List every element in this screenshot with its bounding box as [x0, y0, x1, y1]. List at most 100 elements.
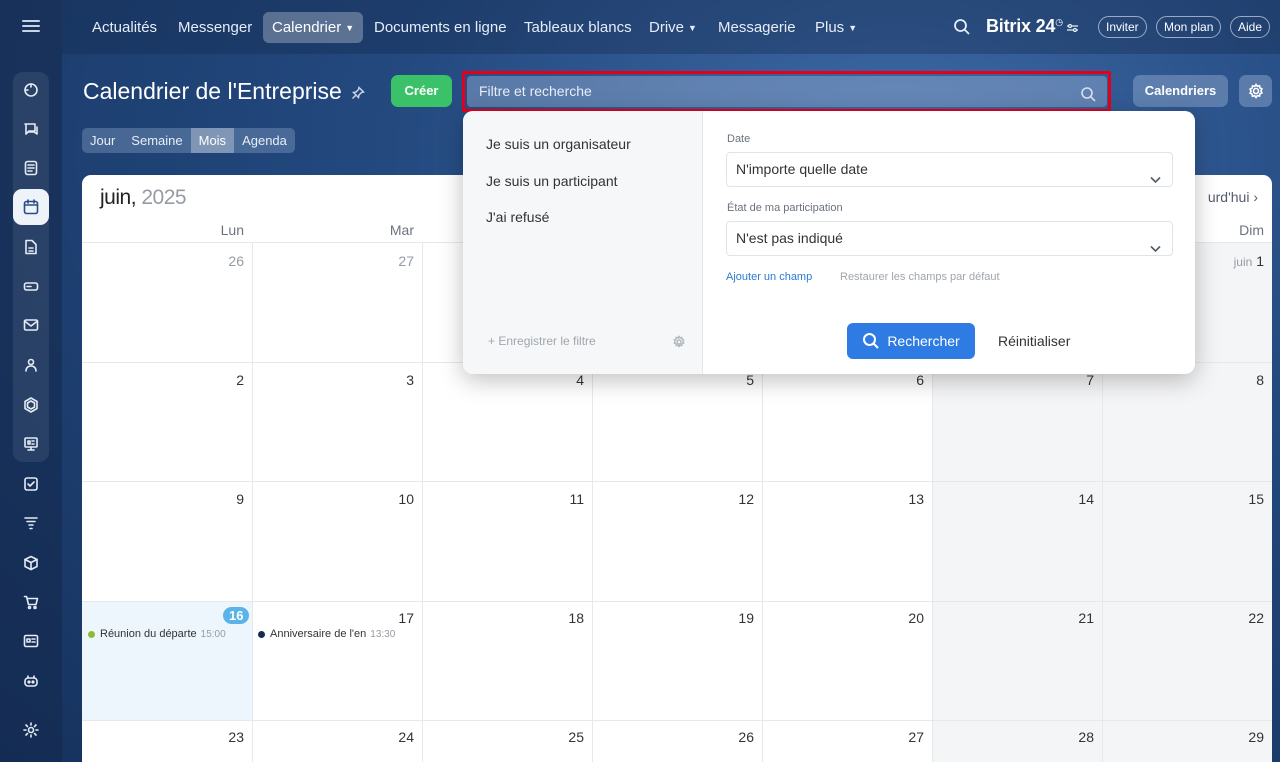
weekday-tue: Mar — [389, 222, 414, 238]
search-button[interactable]: Rechercher — [847, 323, 975, 359]
add-field-link[interactable]: Ajouter un champ — [726, 271, 812, 283]
calendar-event[interactable]: Réunion du départe 15:00 — [88, 628, 246, 640]
sidebar-mail-icon[interactable] — [13, 307, 49, 343]
sidebar-hex-icon[interactable] — [13, 387, 49, 423]
create-button[interactable]: Créer — [391, 75, 452, 107]
day-number[interactable]: 4 — [522, 372, 584, 388]
day-number[interactable]: 23 — [182, 729, 244, 745]
day-number[interactable]: 19 — [692, 610, 754, 626]
nav-item-messagerie[interactable]: Messagerie — [709, 12, 805, 43]
plan-button[interactable]: Mon plan — [1156, 16, 1222, 38]
day-number[interactable]: 24 — [352, 729, 414, 745]
nav-item-calendrier[interactable]: Calendrier ▼ — [263, 12, 364, 43]
settings-button[interactable] — [1239, 75, 1272, 107]
tune-icon[interactable] — [1066, 22, 1079, 34]
preset-participant[interactable]: Je suis un participant — [486, 173, 618, 189]
day-number[interactable]: juin 1 — [1202, 253, 1264, 269]
nav-item-drive[interactable]: Drive ▼ — [640, 12, 706, 43]
sidebar-cart-icon[interactable] — [13, 584, 49, 620]
search-icon[interactable] — [1080, 83, 1097, 102]
day-number[interactable]: 6 — [862, 372, 924, 388]
day-number[interactable]: 5 — [692, 372, 754, 388]
month-label: juin, 2025 — [100, 186, 187, 210]
gear-icon[interactable] — [672, 335, 686, 349]
menu-icon[interactable] — [19, 17, 43, 37]
filter-presets: Je suis un organisateur Je suis un parti… — [463, 111, 703, 374]
sidebar-card-icon[interactable] — [13, 623, 49, 659]
nav-item-plus[interactable]: Plus ▼ — [806, 12, 866, 43]
day-number[interactable]: 2 — [182, 372, 244, 388]
event-title: Réunion du départe — [100, 628, 197, 640]
plus-icon: + — [488, 334, 496, 348]
sidebar-file-icon[interactable] — [13, 229, 49, 265]
day-number[interactable]: 12 — [692, 491, 754, 507]
day-number[interactable]: 9 — [182, 491, 244, 507]
date-select[interactable]: N'importe quelle date — [726, 152, 1173, 187]
search-input[interactable]: Filtre et recherche — [467, 76, 1107, 107]
preset-organizer[interactable]: Je suis un organisateur — [486, 136, 631, 152]
help-button[interactable]: Aide — [1230, 16, 1271, 38]
nav-item-tableaux[interactable]: Tableaux blancs — [515, 12, 641, 43]
sidebar-filter-icon[interactable] — [13, 505, 49, 541]
nav-item-label: Plus — [815, 19, 845, 36]
day-number[interactable]: 17 — [352, 610, 414, 626]
invite-button[interactable]: Inviter — [1098, 16, 1147, 38]
month-prefix: juin — [1233, 255, 1253, 269]
nav-item-label: Documents en ligne — [374, 19, 507, 36]
restore-defaults-link[interactable]: Restaurer les champs par défaut — [840, 271, 1000, 283]
day-number[interactable]: 27 — [862, 729, 924, 745]
day-number[interactable]: 7 — [1032, 372, 1094, 388]
nav-item-actualites[interactable]: Actualités — [83, 12, 166, 43]
day-number[interactable]: 21 — [1032, 610, 1094, 626]
nav-item-messenger[interactable]: Messenger — [169, 12, 261, 43]
today-badge[interactable]: 16 — [223, 607, 250, 624]
sidebar-docs-icon[interactable] — [13, 150, 49, 186]
sidebar-settings-icon[interactable] — [13, 712, 49, 748]
sidebar-chat-icon[interactable] — [13, 111, 49, 147]
sidebar-calendar-icon[interactable] — [13, 189, 49, 225]
save-filter-label: Enregistrer le filtre — [498, 334, 596, 348]
calendar-event[interactable]: Anniversaire de l'en 13:30 — [258, 628, 416, 640]
day-number[interactable]: 20 — [862, 610, 924, 626]
day-number[interactable]: 28 — [1032, 729, 1094, 745]
brand-logo[interactable]: Bitrix 24◷ — [986, 16, 1063, 37]
today-link[interactable]: urd'hui › — [1208, 189, 1258, 205]
day-number[interactable]: 3 — [352, 372, 414, 388]
search-placeholder: Filtre et recherche — [479, 83, 592, 99]
day-number[interactable]: 14 — [1032, 491, 1094, 507]
date-value: N'importe quelle date — [736, 161, 868, 177]
day-number[interactable]: 8 — [1202, 372, 1264, 388]
day-number[interactable]: 29 — [1202, 729, 1264, 745]
day-number[interactable]: 26 — [182, 253, 244, 269]
nav-item-label: Actualités — [92, 19, 158, 36]
grid-line — [422, 242, 423, 762]
search-icon[interactable] — [953, 18, 971, 36]
sidebar-drive-icon[interactable] — [13, 268, 49, 304]
tab-semaine[interactable]: Semaine — [123, 128, 190, 153]
sidebar-feed-icon[interactable] — [13, 72, 49, 108]
reset-button[interactable]: Réinitialiser — [998, 333, 1070, 349]
day-number[interactable]: 22 — [1202, 610, 1264, 626]
sidebar-bot-icon[interactable] — [13, 663, 49, 699]
calendars-button[interactable]: Calendriers — [1133, 75, 1228, 107]
sidebar-box-icon[interactable] — [13, 545, 49, 581]
sidebar-board-icon[interactable] — [13, 426, 49, 462]
day-number[interactable]: 26 — [692, 729, 754, 745]
tab-agenda[interactable]: Agenda — [234, 128, 295, 153]
day-number[interactable]: 15 — [1202, 491, 1264, 507]
sidebar-tasks-icon[interactable] — [13, 466, 49, 502]
pin-icon[interactable] — [351, 86, 365, 100]
nav-item-documents[interactable]: Documents en ligne — [365, 12, 516, 43]
preset-declined[interactable]: J'ai refusé — [486, 209, 549, 225]
day-number[interactable]: 10 — [352, 491, 414, 507]
sidebar-groups-icon[interactable] — [13, 347, 49, 383]
day-number[interactable]: 11 — [522, 491, 584, 507]
tab-mois[interactable]: Mois — [190, 128, 235, 153]
day-number[interactable]: 13 — [862, 491, 924, 507]
participation-select[interactable]: N'est pas indiqué — [726, 221, 1173, 256]
tab-jour[interactable]: Jour — [82, 128, 123, 153]
save-filter-button[interactable]: + Enregistrer le filtre — [488, 334, 596, 348]
day-number[interactable]: 27 — [352, 253, 414, 269]
day-number[interactable]: 18 — [522, 610, 584, 626]
day-number[interactable]: 25 — [522, 729, 584, 745]
